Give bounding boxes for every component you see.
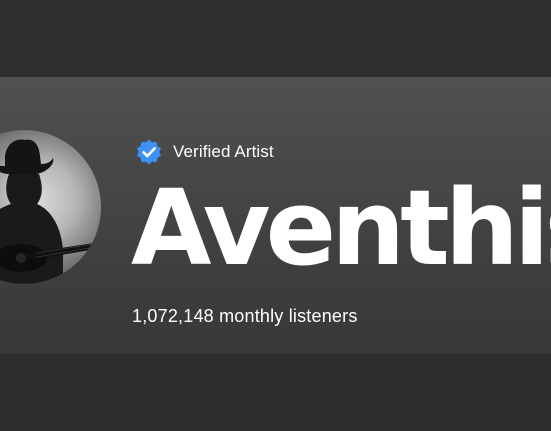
bottom-background (0, 354, 551, 431)
monthly-listeners: 1,072,148 monthly listeners (132, 306, 358, 326)
artist-silhouette (0, 139, 101, 284)
artist-name: Aventhis (131, 167, 551, 289)
artist-header: Verified Artist Aventhis 1,072,148 month… (0, 77, 551, 354)
verified-badge-icon (136, 139, 162, 165)
top-background (0, 0, 551, 77)
verified-row: Verified Artist (135, 139, 274, 165)
verified-artist-label: Verified Artist (173, 142, 274, 161)
artist-photo[interactable] (0, 130, 101, 284)
